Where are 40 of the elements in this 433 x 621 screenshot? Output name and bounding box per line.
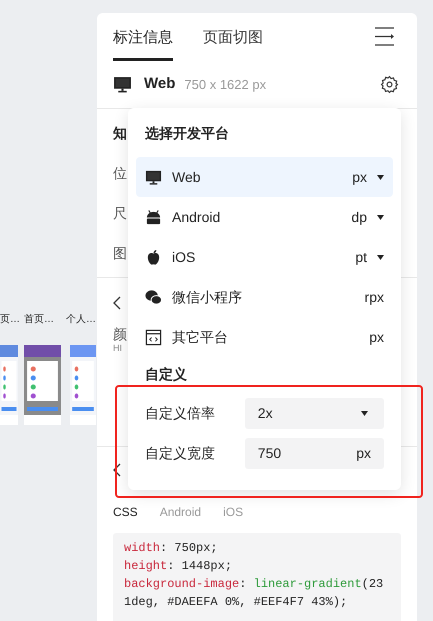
thumbnail-label: 页… [0, 313, 20, 327]
width-input[interactable]: 750 px [244, 438, 384, 469]
android-icon [145, 208, 162, 226]
panel-tab[interactable]: 标注信息 [113, 27, 173, 61]
monitor-icon [145, 168, 162, 186]
code-tab[interactable]: CSS [113, 503, 138, 521]
field-label: 自定义宽度 [145, 444, 216, 463]
platform-option[interactable]: iOS pt [136, 237, 393, 277]
dropdown-caret-icon [377, 174, 384, 180]
monitor-icon [113, 75, 132, 94]
panel-tab[interactable]: 页面切图 [203, 27, 263, 61]
scale-select[interactable]: 2x [244, 398, 384, 429]
platform-option[interactable]: 微信小程序 rpx [136, 277, 393, 317]
platform-option[interactable]: 其它平台 px [136, 317, 393, 357]
code-window-icon [145, 328, 162, 346]
platform-option[interactable]: Android dp [136, 197, 393, 237]
thumbnail-label: 个人… [66, 313, 96, 327]
thumbnail-label: 首页… [24, 313, 54, 327]
platform-name: Web [144, 74, 176, 94]
settings-icon[interactable] [380, 75, 399, 94]
section-label: 颜 [113, 326, 127, 342]
section-sublabel: HI [113, 342, 122, 354]
chat-bubbles-icon [145, 288, 162, 306]
dropdown-caret-icon [377, 254, 384, 260]
section-label: 知 [113, 124, 127, 142]
artboard-size: 750 x 1622 px [184, 76, 266, 94]
section-label: 图 [113, 244, 127, 262]
section-label: 位 [113, 164, 127, 182]
field-label: 自定义倍率 [145, 404, 216, 423]
dropdown-caret-icon [377, 214, 384, 220]
custom-heading: 自定义 [144, 365, 188, 384]
popup-title: 选择开发平台 [144, 124, 230, 142]
platform-option[interactable]: Web px [136, 157, 393, 197]
section-label: 尺 [113, 204, 127, 222]
chevron-left-icon[interactable] [113, 296, 121, 310]
collapse-menu-icon[interactable] [375, 27, 394, 46]
chevron-left-icon[interactable] [113, 463, 121, 477]
dropdown-caret-icon [361, 411, 368, 416]
code-block: width: 750px; height: 1448px; background-image: linear-gradient(23 1deg, #DAEEFA 0%, #EEF4F7 43%); [113, 533, 401, 621]
apple-icon [145, 248, 162, 266]
